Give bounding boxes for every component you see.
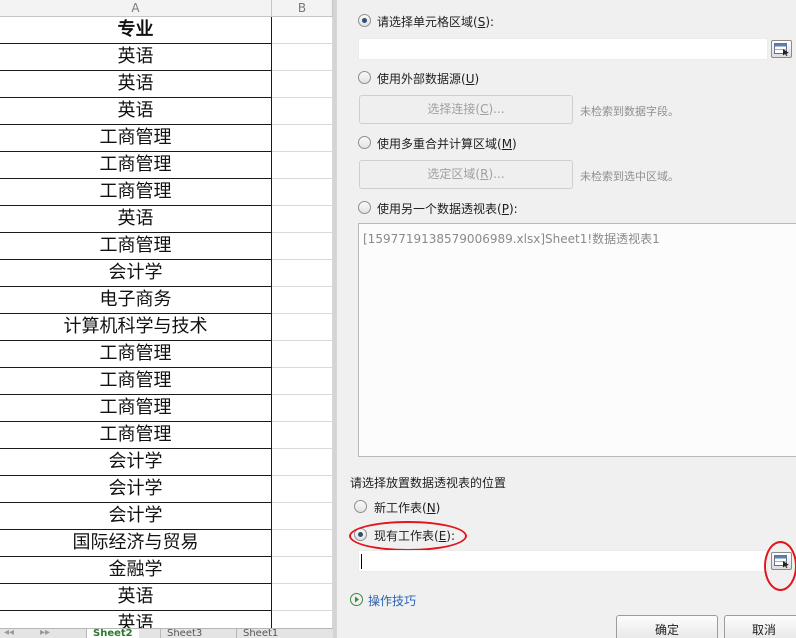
table-cell[interactable] — [272, 125, 333, 152]
table-cell[interactable]: 电子商务 — [0, 287, 272, 314]
select-region-button[interactable]: 选定区域(R)... — [359, 160, 573, 189]
range-input[interactable] — [358, 38, 768, 60]
column-header-row: A B — [0, 0, 333, 17]
annotation-ellipse-collapse-button — [764, 541, 796, 591]
choose-connection-button[interactable]: 选择连接(C)... — [359, 95, 573, 124]
header-cell[interactable]: 专业 — [0, 17, 272, 44]
table-cell[interactable] — [272, 368, 333, 395]
table-cell[interactable]: 英语 — [0, 98, 272, 125]
table-cell[interactable] — [272, 71, 333, 98]
range-radio[interactable] — [358, 14, 371, 27]
table-cell[interactable] — [272, 530, 333, 557]
table-cell[interactable] — [272, 233, 333, 260]
table-cell[interactable] — [272, 341, 333, 368]
table-cell[interactable]: 会计学 — [0, 260, 272, 287]
table-cell[interactable] — [272, 449, 333, 476]
range-label[interactable]: 请选择单元格区域(S): — [377, 13, 494, 30]
external-source-radio[interactable] — [358, 71, 371, 84]
range-collapse-button[interactable] — [771, 40, 792, 58]
text-cursor — [361, 554, 362, 569]
no-fields-hint: 未检索到数据字段。 — [580, 105, 679, 118]
table-cell[interactable] — [272, 314, 333, 341]
sheet-tab-sheet2[interactable]: Sheet2 — [86, 629, 139, 638]
sheet-tab-bar: ◂◂ ▸▸ Sheet2 Sheet3 Sheet1 — [0, 628, 333, 638]
annotation-ellipse-existing-sheet — [349, 521, 467, 551]
table-cell[interactable] — [272, 17, 333, 44]
next-sheet-icon[interactable]: ▸▸ — [40, 629, 50, 638]
play-icon — [350, 593, 363, 606]
multi-consolidation-radio[interactable] — [358, 136, 371, 149]
table-cell[interactable] — [272, 206, 333, 233]
table-cell[interactable]: 计算机科学与技术 — [0, 314, 272, 341]
new-sheet-radio[interactable] — [354, 500, 367, 513]
table-cell[interactable]: 工商管理 — [0, 395, 272, 422]
table-cell[interactable] — [272, 476, 333, 503]
multi-consolidation-label[interactable]: 使用多重合并计算区域(M) — [377, 135, 517, 152]
table-cell[interactable] — [272, 395, 333, 422]
table-cell[interactable]: 工商管理 — [0, 125, 272, 152]
table-cell[interactable] — [272, 179, 333, 206]
table-cell[interactable]: 工商管理 — [0, 422, 272, 449]
table-cell[interactable]: 工商管理 — [0, 233, 272, 260]
table-cell[interactable]: 国际经济与贸易 — [0, 530, 272, 557]
ok-button[interactable]: 确定 — [616, 615, 718, 638]
table-cell[interactable] — [272, 287, 333, 314]
column-b — [272, 17, 333, 638]
table-cell[interactable] — [272, 584, 333, 611]
table-cell[interactable] — [272, 98, 333, 125]
table-cell[interactable]: 会计学 — [0, 449, 272, 476]
table-cell[interactable]: 工商管理 — [0, 368, 272, 395]
table-cell[interactable] — [272, 557, 333, 584]
external-source-label[interactable]: 使用外部数据源(U) — [377, 70, 479, 87]
other-pivot-label[interactable]: 使用另一个数据透视表(P): — [377, 200, 518, 217]
placement-title: 请选择放置数据透视表的位置 — [350, 476, 507, 490]
table-cell[interactable]: 英语 — [0, 71, 272, 98]
column-header-b[interactable]: B — [272, 0, 333, 17]
new-sheet-label[interactable]: 新工作表(N) — [374, 499, 440, 516]
location-input[interactable] — [358, 550, 768, 572]
pivot-table-list-item[interactable]: [1597719138579006989.xlsx]Sheet1!数据透视表1 — [363, 230, 660, 247]
table-cell[interactable]: 英语 — [0, 44, 272, 71]
table-cell[interactable]: 会计学 — [0, 476, 272, 503]
column-header-a[interactable]: A — [0, 0, 272, 17]
table-cell[interactable]: 会计学 — [0, 503, 272, 530]
table-cell[interactable] — [272, 44, 333, 71]
table-cell[interactable]: 英语 — [0, 206, 272, 233]
sheet-tab-sheet1[interactable]: Sheet1 — [236, 629, 284, 638]
table-cell[interactable]: 工商管理 — [0, 341, 272, 368]
table-cell[interactable] — [272, 260, 333, 287]
spreadsheet-grid[interactable]: A B 专业 英语 英语 英语 工商管理 工商管理 工商管理 英语 工商管理 会计学 电子商务 计算… — [0, 0, 333, 638]
table-cell[interactable] — [272, 152, 333, 179]
no-region-hint: 未检索到选中区域。 — [580, 170, 679, 183]
tips-link[interactable]: 操作技巧 — [368, 592, 416, 609]
cancel-button[interactable]: 取消 — [724, 615, 796, 638]
table-cell[interactable] — [272, 422, 333, 449]
range-select-icon — [774, 43, 789, 56]
table-cell[interactable]: 工商管理 — [0, 179, 272, 206]
table-cell[interactable] — [272, 503, 333, 530]
table-cell[interactable]: 金融学 — [0, 557, 272, 584]
create-pivot-table-dialog: 请选择单元格区域(S): 使用外部数据源(U) 选择连接(C)... 未检索到数… — [333, 0, 796, 638]
first-sheet-icon[interactable]: ◂◂ — [4, 629, 14, 638]
pivot-table-list[interactable]: [1597719138579006989.xlsx]Sheet1!数据透视表1 — [358, 223, 796, 457]
sheet-tab-sheet3[interactable]: Sheet3 — [160, 629, 208, 638]
other-pivot-radio[interactable] — [358, 201, 371, 214]
column-a: 专业 英语 英语 英语 工商管理 工商管理 工商管理 英语 工商管理 会计学 电子商务 计算机科学与… — [0, 17, 272, 638]
table-cell[interactable]: 英语 — [0, 584, 272, 611]
table-cell[interactable]: 工商管理 — [0, 152, 272, 179]
